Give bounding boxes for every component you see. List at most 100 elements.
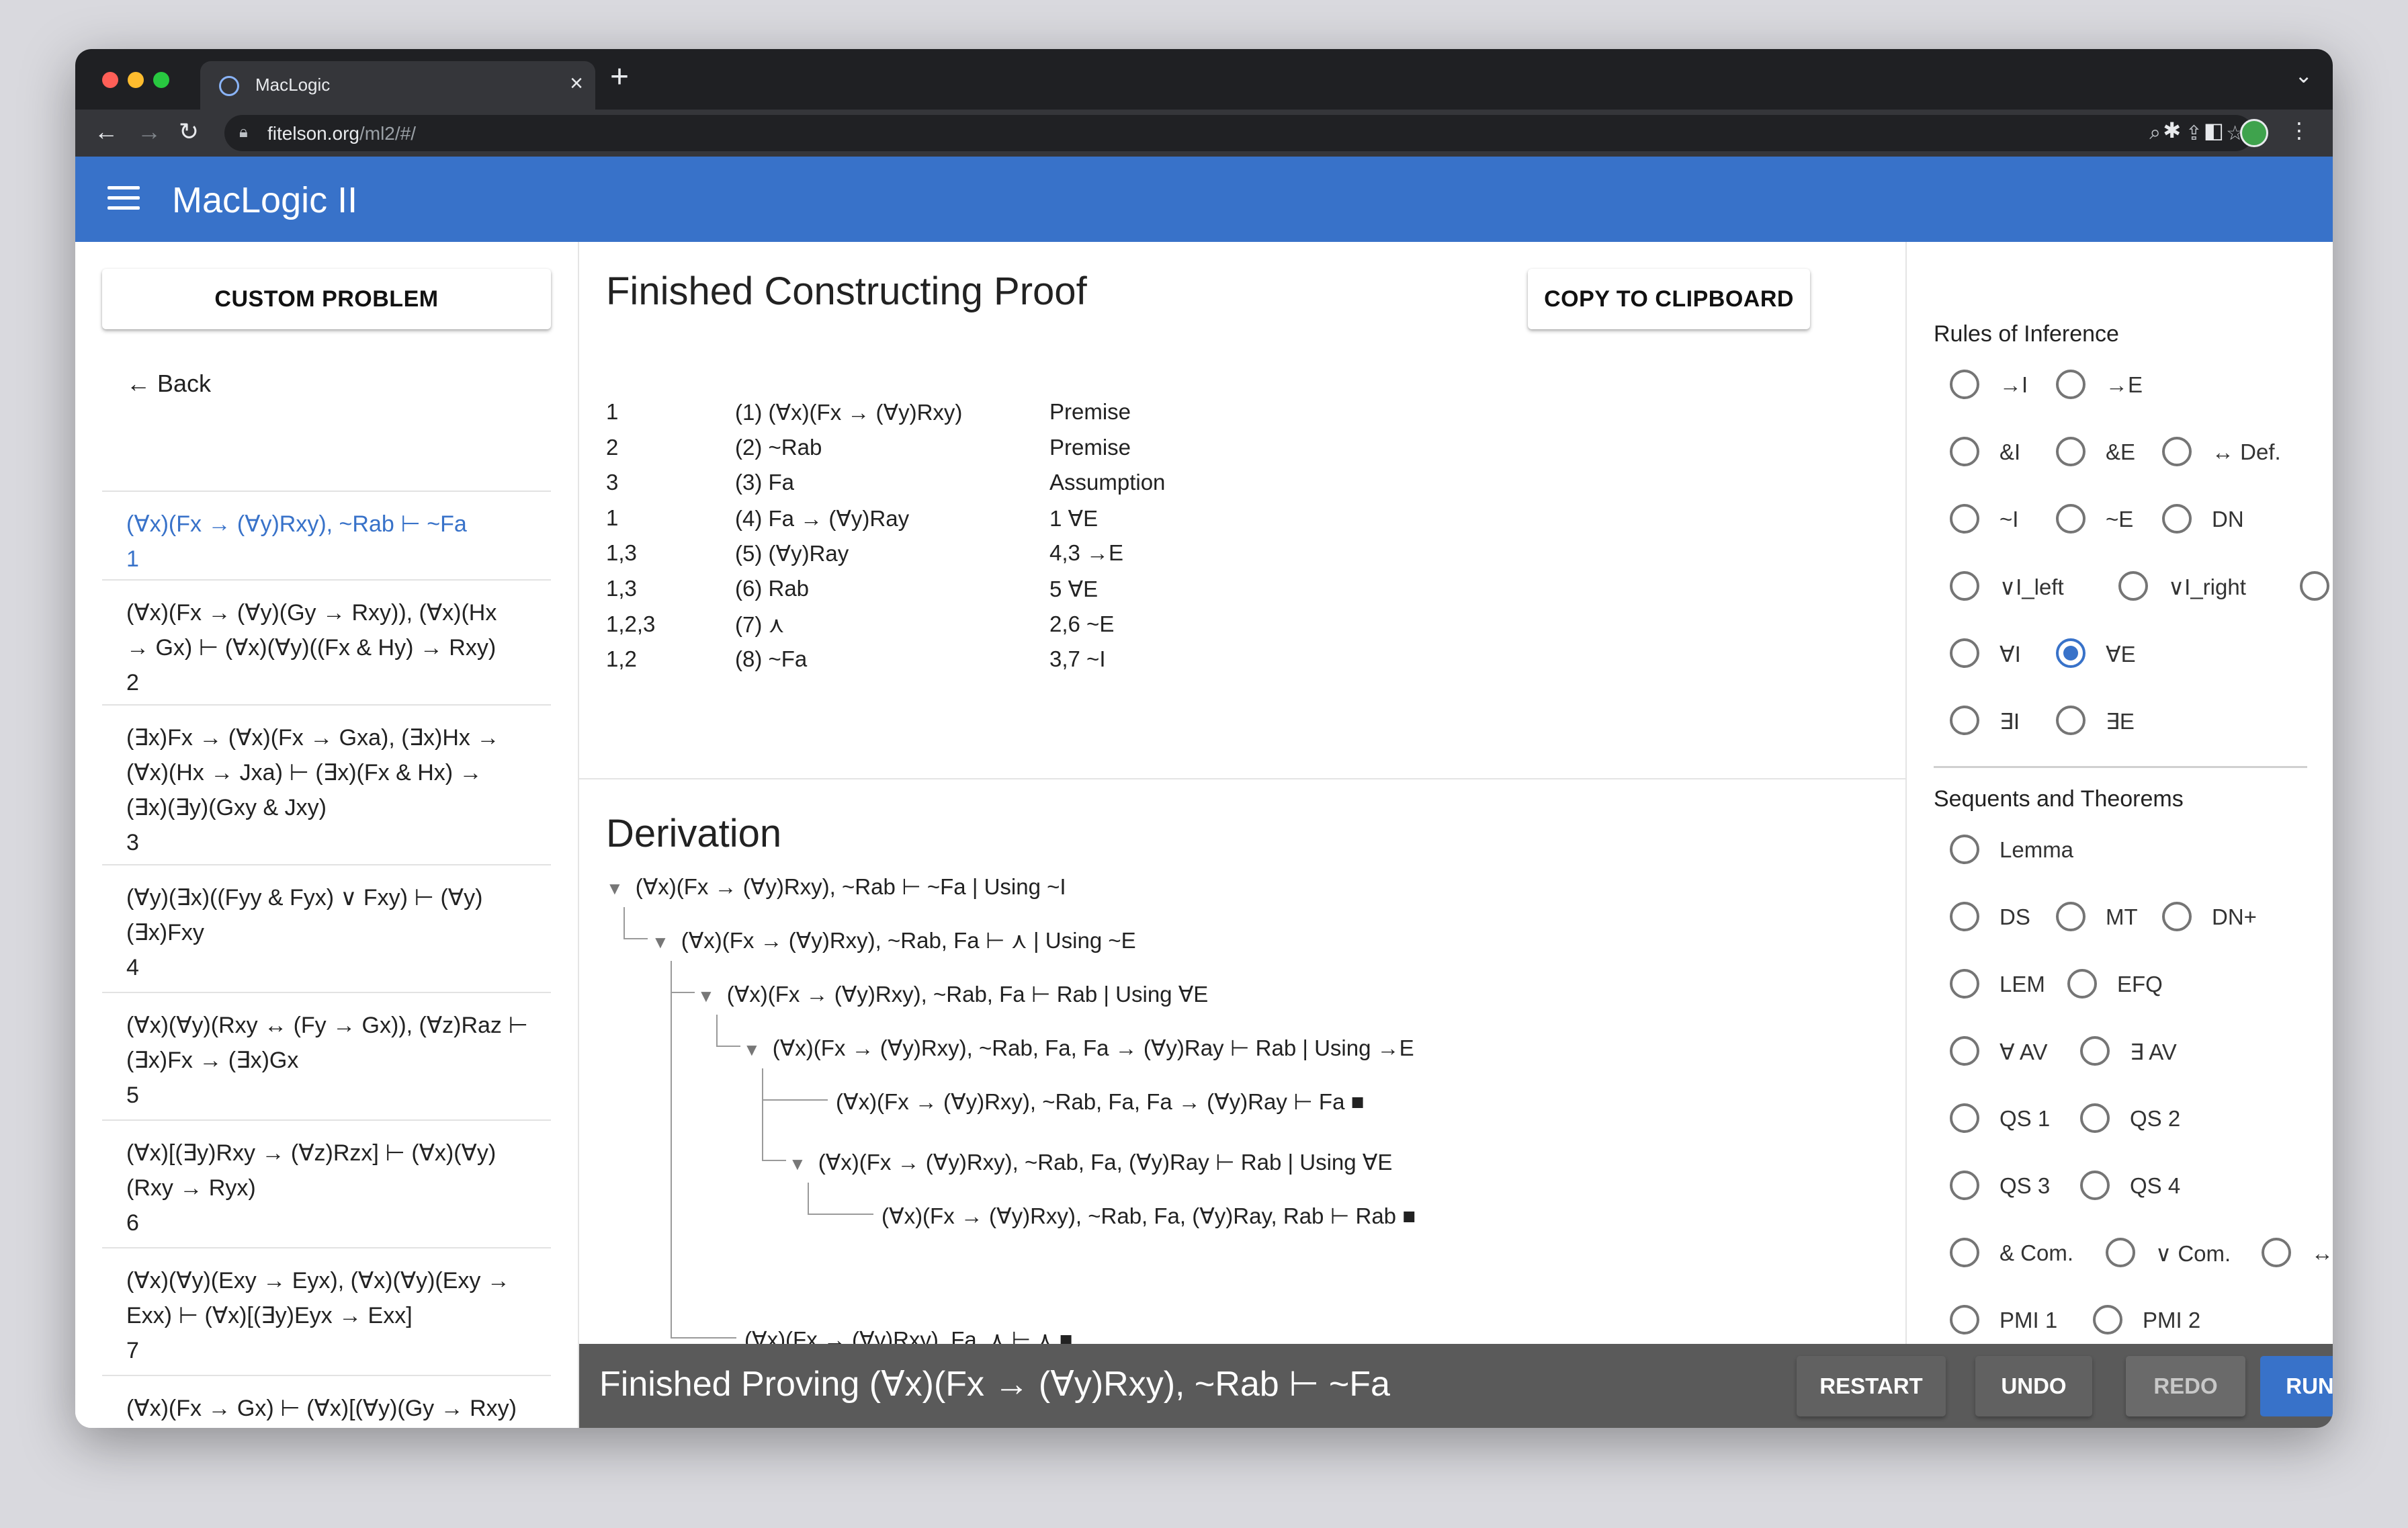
radio-button[interactable] [2118, 571, 2148, 601]
problem-item[interactable]: (∀x)[(∃y)Rxy → (∀z)Rzx] ⊢ (∀x)(∀y) (Rxy →… [102, 1119, 551, 1240]
problem-item[interactable]: (∀x)(Fx → Gx) ⊢ (∀x)[(∀y)(Gy → Rxy) → (∀z… [102, 1375, 551, 1428]
radio-label[interactable]: ↔ Com. [2311, 1240, 2333, 1266]
problem-item[interactable]: (∀x)(∀y)(Exy → Eyx), (∀x)(∀y)(Exy → Exx) … [102, 1247, 551, 1368]
close-window-icon[interactable] [102, 72, 118, 88]
radio-button[interactable] [1950, 370, 1979, 399]
derivation-node[interactable]: ▼ (∀x)(Fx → (∀y)Rxy), ~Rab, Fa ⊢ Rab | Us… [697, 981, 1208, 1007]
radio-label[interactable]: →I [2000, 372, 2028, 398]
radio-label[interactable]: ↔ Def. [2212, 439, 2281, 465]
radio-button[interactable] [2056, 902, 2086, 931]
radio-button[interactable] [2262, 1238, 2291, 1267]
run-button[interactable]: RUN [2260, 1356, 2333, 1416]
problem-item[interactable]: (∀y)(∃x)((Fyy & Fyx) ∨ Fxy) ⊢ (∀y) (∃x)Fx… [102, 864, 551, 985]
share-icon[interactable]: ⇪ [2186, 122, 2202, 145]
radio-label[interactable]: ∀ AV [2000, 1039, 2048, 1065]
radio-button[interactable] [1950, 706, 1979, 735]
address-bar[interactable]: 🔒︎ fitelson.org/ml2/#/ ⌕ ⇪ ☆ [224, 115, 2253, 151]
radio-label[interactable]: MT [2106, 904, 2138, 930]
expand-triangle-icon[interactable]: ▼ [697, 986, 715, 1006]
minimize-window-icon[interactable] [128, 72, 144, 88]
radio-label[interactable]: ∀E [2106, 641, 2136, 667]
tab-close-icon[interactable]: × [570, 71, 583, 97]
reload-icon[interactable]: ↻ [179, 118, 199, 146]
radio-button[interactable] [2162, 902, 2192, 931]
radio-button[interactable] [1950, 571, 1979, 601]
expand-triangle-icon[interactable]: ▼ [652, 932, 669, 952]
restart-button[interactable]: RESTART [1797, 1356, 1946, 1416]
radio-button[interactable] [2056, 504, 2086, 534]
radio-button[interactable] [1950, 835, 1979, 864]
derivation-node[interactable]: ▼ (∀x)(Fx → (∀y)Rxy), ~Rab, Fa, (∀y)Ray ⊢… [789, 1149, 1392, 1175]
redo-button[interactable]: REDO [2126, 1356, 2245, 1416]
radio-button[interactable] [2093, 1305, 2122, 1334]
radio-label[interactable]: ∃I [2000, 708, 2020, 734]
extensions-icon[interactable]: ✱ [2163, 118, 2181, 143]
derivation-node[interactable]: ▼ (∀x)(Fx → (∀y)Rxy), ~Rab, Fa, Fa → (∀y)… [743, 1035, 1414, 1061]
radio-label[interactable]: EFQ [2117, 972, 2163, 997]
radio-button[interactable] [1950, 902, 1979, 931]
derivation-node[interactable]: ▼ (∀x)(Fx → (∀y)Rxy), ~Rab, Fa ⊢ ⋏ | Usin… [652, 927, 1136, 953]
radio-label[interactable]: ~I [2000, 507, 2018, 532]
side-panel-icon[interactable]: ◧ [2204, 118, 2224, 143]
radio-label[interactable]: QS 3 [2000, 1173, 2050, 1199]
radio-label[interactable]: & Com. [2000, 1240, 2073, 1266]
expand-triangle-icon[interactable]: ▼ [789, 1154, 806, 1174]
new-tab-icon[interactable]: + [610, 58, 629, 95]
hamburger-menu-icon[interactable] [108, 186, 140, 210]
back-link[interactable]: ← Back [126, 370, 211, 398]
radio-label[interactable]: DN [2212, 507, 2244, 532]
radio-label[interactable]: ~E [2106, 507, 2133, 532]
radio-label[interactable]: ∨I_left [2000, 574, 2064, 600]
radio-button[interactable] [1950, 1171, 1979, 1200]
problem-item[interactable]: (∀x)(∀y)(Rxy ↔ (Fy → Gx)), (∀z)Raz ⊢ (∃x)… [102, 992, 551, 1113]
radio-button[interactable] [1950, 504, 1979, 534]
radio-label[interactable]: ∀I [2000, 641, 2021, 667]
radio-button[interactable] [2056, 437, 2086, 466]
radio-button[interactable] [2162, 437, 2192, 466]
kebab-menu-icon[interactable]: ⋮ [2288, 118, 2310, 143]
radio-button[interactable] [1950, 638, 1979, 668]
radio-button[interactable] [1950, 969, 1979, 999]
radio-label[interactable]: LEM [2000, 972, 2045, 997]
radio-button[interactable] [2056, 706, 2086, 735]
radio-button[interactable] [1950, 1305, 1979, 1334]
radio-label[interactable]: Lemma [2000, 837, 2073, 863]
derivation-node[interactable]: ▼ (∀x)(Fx → (∀y)Rxy), ~Rab ⊢ ~Fa | Using … [606, 874, 1066, 900]
radio-label[interactable]: ∨ Com. [2155, 1240, 2231, 1267]
browser-tab[interactable]: MacLogic × [200, 61, 595, 110]
back-arrow-icon[interactable]: ← [94, 118, 118, 146]
radio-label[interactable]: →E [2106, 372, 2143, 398]
problem-item[interactable]: (∃x)Fx → (∀x)(Fx → Gxa), (∃x)Hx → (∀x)(Hx… [102, 704, 551, 860]
radio-label[interactable]: PMI 1 [2000, 1308, 2057, 1333]
derivation-leaf[interactable]: (∀x)(Fx → (∀y)Rxy), ~Rab, Fa, (∀y)Ray, R… [882, 1203, 1416, 1229]
undo-button[interactable]: UNDO [1975, 1356, 2092, 1416]
radio-button[interactable] [2300, 571, 2329, 601]
custom-problem-button[interactable]: CUSTOM PROBLEM [102, 269, 551, 329]
radio-button[interactable] [1950, 437, 1979, 466]
radio-label[interactable]: QS 2 [2130, 1106, 2180, 1132]
radio-label[interactable]: DN+ [2212, 904, 2257, 930]
problem-item[interactable]: (∀x)(Fx → (∀y)(Gy → Rxy)), (∀x)(Hx → Gx) … [102, 579, 551, 700]
radio-label[interactable]: QS 1 [2000, 1106, 2050, 1132]
radio-label[interactable]: ∃E [2106, 708, 2135, 734]
radio-button[interactable] [2067, 969, 2097, 999]
radio-button[interactable] [2080, 1036, 2110, 1066]
radio-label[interactable]: ∨I_right [2168, 574, 2246, 600]
radio-label[interactable]: DS [2000, 904, 2030, 930]
radio-button[interactable] [2056, 370, 2086, 399]
radio-button[interactable] [2080, 1171, 2110, 1200]
google-lens-icon[interactable]: ⌕ [2149, 122, 2161, 144]
radio-label[interactable]: QS 4 [2130, 1173, 2180, 1199]
radio-label[interactable]: &E [2106, 439, 2135, 465]
radio-button[interactable] [1950, 1036, 1979, 1066]
radio-button[interactable] [2056, 638, 2086, 668]
radio-label[interactable]: &I [2000, 439, 2020, 465]
radio-label[interactable]: PMI 2 [2143, 1308, 2200, 1333]
radio-button[interactable] [2162, 504, 2192, 534]
tab-search-chevron-icon[interactable]: ⌄ [2294, 62, 2313, 88]
expand-triangle-icon[interactable]: ▼ [743, 1039, 761, 1060]
forward-arrow-icon[interactable]: → [137, 118, 161, 146]
derivation-leaf[interactable]: (∀x)(Fx → (∀y)Rxy), ~Rab, Fa, Fa → (∀y)R… [836, 1089, 1365, 1115]
maximize-window-icon[interactable] [153, 72, 169, 88]
expand-triangle-icon[interactable]: ▼ [606, 878, 624, 898]
